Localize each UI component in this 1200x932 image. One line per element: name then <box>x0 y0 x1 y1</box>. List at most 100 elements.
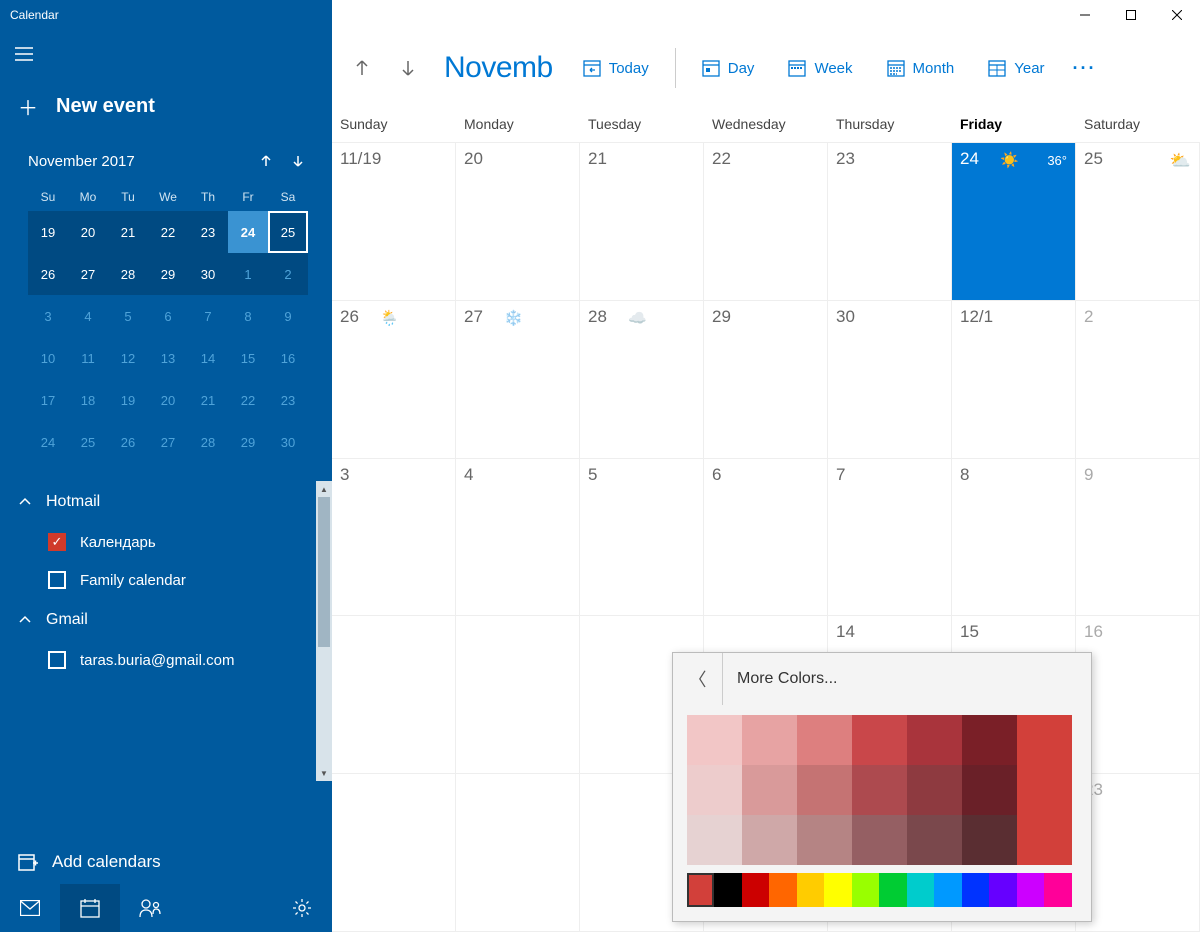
mini-calendar-day[interactable]: 29 <box>228 421 268 463</box>
hue-swatch[interactable] <box>852 873 880 907</box>
hue-swatch[interactable] <box>742 873 770 907</box>
mini-calendar-day[interactable]: 26 <box>28 253 68 295</box>
color-swatch[interactable] <box>852 765 907 815</box>
calendar-day-cell[interactable]: 23 <box>1076 774 1200 932</box>
mini-calendar-day[interactable]: 23 <box>268 379 308 421</box>
prev-period-button[interactable] <box>342 48 382 88</box>
mini-calendar-day[interactable]: 10 <box>28 337 68 379</box>
calendar-checkbox[interactable] <box>48 571 66 589</box>
mini-calendar-day[interactable]: 9 <box>268 295 308 337</box>
calendar-day-cell[interactable]: 24☀️36° <box>952 143 1076 301</box>
calendar-day-cell[interactable]: 22 <box>704 143 828 301</box>
mini-calendar-day[interactable]: 15 <box>228 337 268 379</box>
mini-calendar-day[interactable]: 24 <box>28 421 68 463</box>
color-swatch[interactable] <box>797 815 852 865</box>
calendar-day-cell[interactable]: 30 <box>828 301 952 459</box>
window-minimize-button[interactable] <box>1062 0 1108 30</box>
hue-swatch[interactable] <box>797 873 825 907</box>
window-maximize-button[interactable] <box>1108 0 1154 30</box>
month-view-button[interactable]: Month <box>873 51 969 85</box>
calendar-day-cell[interactable]: 7 <box>828 459 952 617</box>
hue-swatch[interactable] <box>1044 873 1072 907</box>
hue-swatch[interactable] <box>907 873 935 907</box>
calendar-day-cell[interactable]: 2 <box>1076 301 1200 459</box>
calendar-day-cell[interactable]: 5 <box>580 459 704 617</box>
calendar-day-cell[interactable] <box>456 774 580 932</box>
mini-calendar-day[interactable]: 27 <box>148 421 188 463</box>
calendar-day-cell[interactable] <box>332 616 456 774</box>
mini-calendar-day[interactable]: 19 <box>108 379 148 421</box>
mini-calendar-day[interactable]: 16 <box>268 337 308 379</box>
mini-calendar-day[interactable]: 30 <box>188 253 228 295</box>
calendar-day-cell[interactable]: 12/1 <box>952 301 1076 459</box>
mini-calendar-day[interactable]: 22 <box>148 211 188 253</box>
week-view-button[interactable]: Week <box>774 51 866 85</box>
calendar-day-cell[interactable]: 8 <box>952 459 1076 617</box>
scroll-down-icon[interactable]: ▼ <box>316 765 332 781</box>
calendar-checkbox[interactable] <box>48 651 66 669</box>
mini-calendar-day[interactable]: 3 <box>28 295 68 337</box>
hue-swatch[interactable] <box>1017 873 1045 907</box>
color-picker-back-button[interactable]: 〈 <box>673 653 723 705</box>
today-button[interactable]: Today <box>569 51 663 85</box>
color-swatch[interactable] <box>907 765 962 815</box>
calendar-day-cell[interactable] <box>332 774 456 932</box>
hue-swatch[interactable] <box>934 873 962 907</box>
year-view-button[interactable]: Year <box>974 51 1058 85</box>
account-group-header[interactable]: Gmail <box>18 599 332 641</box>
mini-calendar-day[interactable]: 29 <box>148 253 188 295</box>
mini-calendar-prev-button[interactable] <box>250 145 282 177</box>
new-event-button[interactable]: ＋ New event <box>0 78 332 139</box>
calendar-day-cell[interactable]: 9 <box>1076 459 1200 617</box>
mini-calendar-day[interactable]: 28 <box>188 421 228 463</box>
calendar-day-cell[interactable]: 29 <box>704 301 828 459</box>
calendar-checkbox[interactable]: ✓ <box>48 533 66 551</box>
color-swatch[interactable] <box>687 715 742 765</box>
mini-calendar-day[interactable]: 6 <box>148 295 188 337</box>
mini-calendar-day[interactable]: 13 <box>148 337 188 379</box>
day-view-button[interactable]: Day <box>688 51 769 85</box>
color-swatch[interactable] <box>742 765 797 815</box>
calendar-day-cell[interactable]: 28☁️ <box>580 301 704 459</box>
calendar-day-cell[interactable]: 23 <box>828 143 952 301</box>
color-swatch-selected[interactable] <box>1017 715 1072 865</box>
calendar-nav-button[interactable] <box>60 884 120 932</box>
hue-swatch[interactable] <box>769 873 797 907</box>
mini-calendar-day[interactable]: 11 <box>68 337 108 379</box>
mini-calendar-day[interactable]: 23 <box>188 211 228 253</box>
mini-calendar-day[interactable]: 7 <box>188 295 228 337</box>
toolbar-more-button[interactable]: ··· <box>1065 58 1105 79</box>
mini-calendar-day[interactable]: 28 <box>108 253 148 295</box>
color-swatch[interactable] <box>687 765 742 815</box>
calendar-item[interactable]: Family calendar <box>18 561 332 599</box>
hue-swatch[interactable] <box>962 873 990 907</box>
calendar-day-cell[interactable]: 25⛅ <box>1076 143 1200 301</box>
next-period-button[interactable] <box>388 48 428 88</box>
hue-swatch[interactable] <box>687 873 714 907</box>
calendar-item[interactable]: ✓Календарь <box>18 523 332 561</box>
calendar-day-cell[interactable]: 21 <box>580 143 704 301</box>
mini-calendar-day[interactable]: 30 <box>268 421 308 463</box>
mini-calendar-day[interactable]: 20 <box>68 211 108 253</box>
color-swatch[interactable] <box>797 715 852 765</box>
color-swatch[interactable] <box>907 815 962 865</box>
mini-calendar-day[interactable]: 19 <box>28 211 68 253</box>
calendar-day-cell[interactable]: 26🌦️ <box>332 301 456 459</box>
color-swatch[interactable] <box>852 815 907 865</box>
mini-calendar-day[interactable]: 25 <box>268 211 308 253</box>
color-swatch[interactable] <box>962 815 1017 865</box>
color-swatch[interactable] <box>742 815 797 865</box>
mail-nav-button[interactable] <box>0 884 60 932</box>
calendar-day-cell[interactable] <box>456 616 580 774</box>
mini-calendar-day[interactable]: 5 <box>108 295 148 337</box>
mini-calendar-day[interactable]: 4 <box>68 295 108 337</box>
calendar-day-cell[interactable]: 4 <box>456 459 580 617</box>
calendar-day-cell[interactable]: 20 <box>456 143 580 301</box>
mini-calendar-day[interactable]: 12 <box>108 337 148 379</box>
color-swatch[interactable] <box>962 765 1017 815</box>
calendar-day-cell[interactable]: 27❄️ <box>456 301 580 459</box>
hue-swatch[interactable] <box>879 873 907 907</box>
hue-swatch[interactable] <box>714 873 742 907</box>
sidebar-scrollbar[interactable]: ▲ ▼ <box>316 481 332 781</box>
mini-calendar-day[interactable]: 8 <box>228 295 268 337</box>
